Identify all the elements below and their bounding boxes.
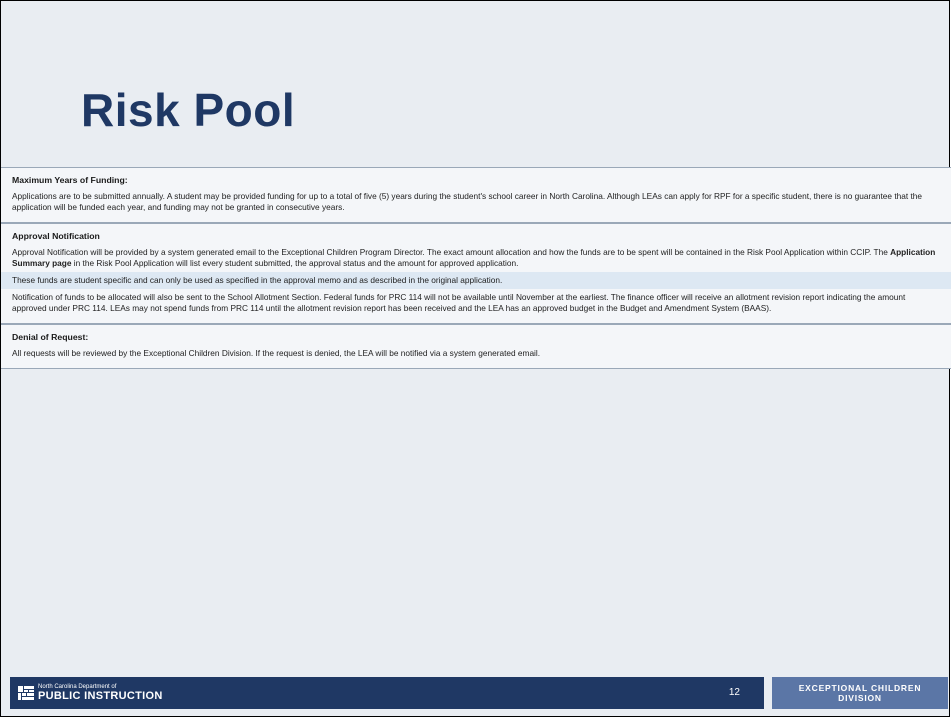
ncdpi-logo-icon [18, 686, 34, 700]
slide-title: Risk Pool [81, 84, 296, 136]
ncdpi-logo: North Carolina Department of PUBLIC INST… [18, 684, 163, 702]
org-name: PUBLIC INSTRUCTION [38, 690, 163, 702]
notification-text: Notification of funds to be allocated wi… [12, 292, 906, 313]
page-number: 12 [728, 687, 740, 698]
section-divider [1, 216, 951, 223]
approval-header: Approval Notification [1, 223, 951, 244]
max-years-header: Maximum Years of Funding: [1, 167, 951, 188]
division-label: EXCEPTIONAL CHILDREN DIVISION [772, 677, 948, 709]
section-divider [1, 317, 951, 324]
slide: Risk Pool Maximum Years of Funding: Appl… [0, 0, 951, 717]
content-panel: Maximum Years of Funding: Applications a… [1, 167, 951, 369]
division-line-1: EXCEPTIONAL CHILDREN [798, 683, 922, 693]
max-years-text: Applications are to be submitted annuall… [12, 191, 923, 212]
approval-text: Approval Notification will be provided b… [1, 244, 951, 272]
denial-text: All requests will be reviewed by the Exc… [12, 348, 541, 358]
approval-text-part1: Approval Notification will be provided b… [12, 247, 888, 257]
division-line-2: DIVISION [838, 693, 882, 703]
approval-text-part2: in the Risk Pool Application will list e… [73, 258, 519, 268]
denial-header: Denial of Request: [1, 324, 951, 345]
section-divider [1, 362, 951, 369]
footer-bar: North Carolina Department of PUBLIC INST… [10, 677, 948, 709]
footer-left: North Carolina Department of PUBLIC INST… [10, 677, 764, 709]
funds-specific-text: These funds are student specific and can… [1, 272, 951, 289]
